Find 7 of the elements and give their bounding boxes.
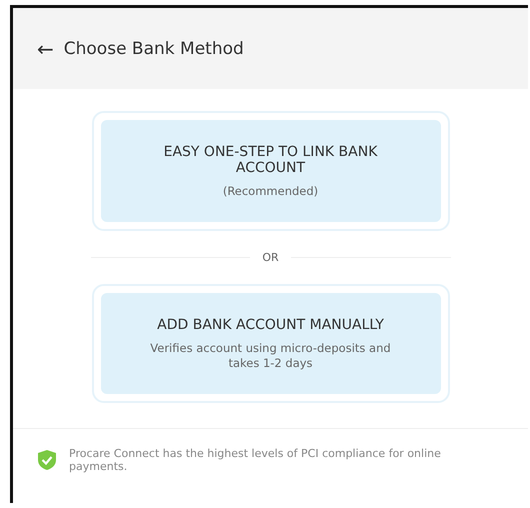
shield-check-icon: [37, 448, 57, 471]
compliance-note: Procare Connect has the highest levels of PCI compliance for online payments.: [69, 446, 442, 473]
dialog-title: Choose Bank Method: [64, 38, 244, 58]
bank-method-option[interactable]: ADD BANK ACCOUNT MANUALLY Verifies account using micro-deposits and takes 1-2 days: [100, 292, 440, 394]
bank-method-option[interactable]: EASY ONE-STEP TO LINK BANK ACCOUNT (Recommended): [100, 120, 440, 222]
back-button[interactable]: ←: [37, 36, 54, 60]
or-separator: OR: [262, 250, 279, 264]
